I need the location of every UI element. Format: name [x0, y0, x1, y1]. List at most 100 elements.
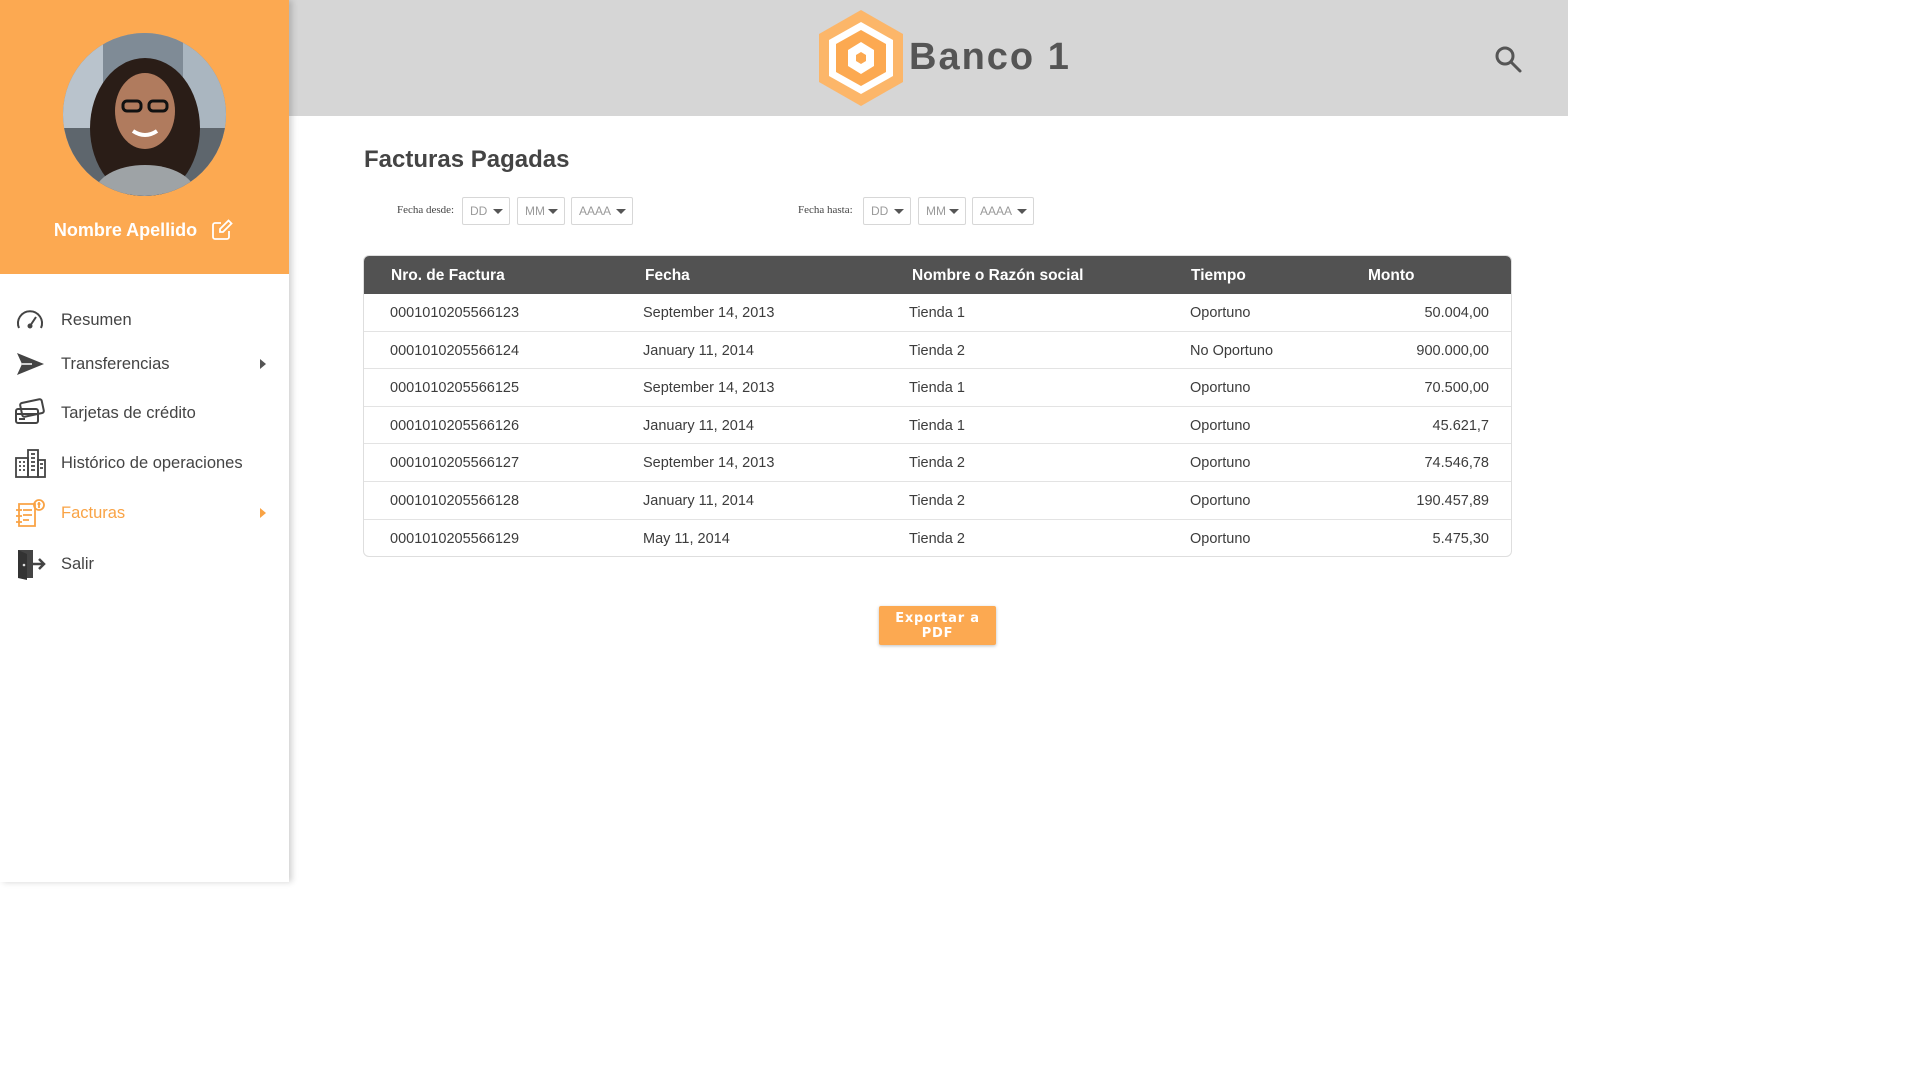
date-cell: January 11, 2014	[643, 493, 754, 509]
date-from-day-select[interactable]: DD	[462, 197, 510, 225]
business-name-cell: Tienda 2	[909, 342, 965, 359]
date-from-label: Fecha desde:	[397, 204, 455, 216]
date-cell: May 11, 2014	[643, 530, 730, 547]
business-name-cell: Tienda 2	[909, 493, 965, 509]
business-name-cell: Tienda 1	[909, 380, 965, 397]
sidebar-item-tarjetas[interactable]: Tarjetas de crédito	[0, 391, 289, 435]
invoices-table: Nro. de Factura Fecha Nombre o Razón soc…	[363, 255, 1512, 557]
time-cell: Oportuno	[1190, 305, 1251, 321]
table-row[interactable]: 0001010205566128 January 11, 2014 Tienda 2…	[364, 482, 1511, 520]
page-title: Facturas Pagadas	[364, 146, 570, 173]
sidebar-item-label: Histórico de operaciones	[61, 453, 243, 472]
column-header-invoice-number[interactable]: Nro. de Factura	[391, 267, 505, 285]
date-cell: September 14, 2013	[643, 380, 775, 397]
bank-logo-icon[interactable]	[814, 8, 909, 108]
sidebar-item-resumen[interactable]: Resumen	[0, 298, 289, 342]
buildings-icon	[12, 445, 48, 481]
export-pdf-button[interactable]: Exportar a PDF	[879, 606, 996, 645]
invoice-number-cell: 0001010205566126	[390, 417, 520, 434]
chevron-right-icon	[260, 359, 266, 369]
invoice-number-cell: 0001010205566125	[390, 380, 520, 397]
date-to-month-select[interactable]: MM	[918, 197, 966, 225]
invoice-icon	[12, 495, 48, 531]
time-cell: Oportuno	[1190, 493, 1251, 509]
time-cell: Oportuno	[1190, 380, 1251, 397]
date-cell: January 11, 2014	[643, 417, 754, 434]
amount-cell: 5.475,30	[1432, 530, 1489, 547]
business-name-cell: Tienda 1	[909, 417, 965, 434]
sidebar-item-label: Transferencias	[61, 354, 170, 373]
sidebar-item-transferencias[interactable]: Transferencias	[0, 342, 289, 386]
table-row[interactable]: 0001010205566123 September 14, 2013 Tienda…	[364, 294, 1511, 332]
date-to-label: Fecha hasta:	[798, 204, 853, 216]
caret-down-icon	[493, 209, 503, 214]
speedometer-icon	[12, 302, 48, 338]
table-row[interactable]: 0001010205566127 September 14, 2013 Tienda…	[364, 444, 1511, 482]
chevron-right-icon	[260, 508, 266, 518]
caret-down-icon	[616, 209, 626, 214]
sidebar-item-label: Resumen	[61, 310, 132, 329]
amount-cell: 900.000,00	[1416, 342, 1489, 359]
select-value: DD	[871, 204, 889, 218]
table-row[interactable]: 0001010205566125 September 14, 2013 Tienda…	[364, 369, 1511, 407]
date-to-day-select[interactable]: DD	[863, 197, 911, 225]
time-cell: Oportuno	[1190, 530, 1251, 547]
invoice-number-cell: 0001010205566124	[390, 342, 520, 359]
profile-name-row: Nombre Apellido	[0, 218, 289, 242]
column-header-amount[interactable]: Monto	[1368, 267, 1414, 285]
invoice-number-cell: 0001010205566123	[390, 305, 520, 321]
invoice-number-cell: 0001010205566128	[390, 493, 520, 509]
date-cell: September 14, 2013	[643, 305, 775, 321]
time-cell: Oportuno	[1190, 455, 1251, 472]
time-cell: No Oportuno	[1190, 342, 1274, 359]
date-from-month-select[interactable]: MM	[517, 197, 565, 225]
column-header-time[interactable]: Tiempo	[1191, 267, 1246, 285]
date-cell: January 11, 2014	[643, 342, 754, 359]
business-name-cell: Tienda 2	[909, 530, 965, 547]
date-to-year-select[interactable]: AAAA	[972, 197, 1034, 225]
caret-down-icon	[548, 209, 558, 214]
invoice-number-cell: 0001010205566127	[390, 455, 520, 472]
table-header: Nro. de Factura Fecha Nombre o Razón soc…	[364, 256, 1511, 294]
select-value: AAAA	[980, 204, 1013, 218]
profile-name: Nombre Apellido	[53, 219, 198, 240]
select-value: MM	[926, 204, 946, 218]
caret-down-icon	[1017, 209, 1027, 214]
table-row[interactable]: 0001010205566129 May 11, 2014 Tienda 2 Opor…	[364, 520, 1511, 556]
column-header-business-name[interactable]: Nombre o Razón social	[912, 267, 1083, 285]
date-cell: September 14, 2013	[643, 455, 775, 472]
invoice-number-cell: 0001010205566129	[390, 530, 520, 547]
amount-cell: 50.004,00	[1424, 305, 1489, 321]
avatar[interactable]	[63, 33, 226, 196]
amount-cell: 74.546,78	[1424, 455, 1489, 472]
table-row[interactable]: 0001010205566124 January 11, 2014 Tienda 2…	[364, 332, 1511, 370]
column-header-date[interactable]: Fecha	[645, 267, 690, 285]
business-name-cell: Tienda 1	[909, 305, 965, 321]
edit-icon[interactable]	[211, 218, 235, 242]
select-value: MM	[525, 204, 545, 218]
sidebar: Nombre Apellido Resumen Transferencias T…	[0, 0, 289, 882]
credit-cards-icon	[12, 395, 48, 431]
date-from-year-select[interactable]: AAAA	[571, 197, 633, 225]
caret-down-icon	[949, 209, 959, 214]
sidebar-item-label: Tarjetas de crédito	[61, 403, 196, 422]
send-icon	[12, 346, 48, 382]
sidebar-item-facturas[interactable]: Facturas	[0, 491, 289, 535]
amount-cell: 190.457,89	[1416, 493, 1489, 509]
table-row[interactable]: 0001010205566126 January 11, 2014 Tienda 1…	[364, 407, 1511, 445]
select-value: AAAA	[579, 204, 612, 218]
sidebar-item-salir[interactable]: Salir	[0, 542, 289, 586]
sidebar-item-label: Salir	[61, 554, 95, 573]
sidebar-item-historico[interactable]: Histórico de operaciones	[0, 441, 289, 485]
top-header: Banco 1	[289, 0, 1568, 116]
business-name-cell: Tienda 2	[909, 455, 965, 472]
profile-panel: Nombre Apellido	[0, 0, 289, 274]
avatar-photo	[63, 33, 226, 196]
brand-name: Banco 1	[909, 36, 1071, 78]
sidebar-item-label: Facturas	[61, 503, 126, 522]
time-cell: Oportuno	[1190, 417, 1251, 434]
amount-cell: 45.621,7	[1432, 417, 1489, 434]
caret-down-icon	[894, 209, 904, 214]
exit-door-icon	[12, 546, 48, 582]
search-icon[interactable]	[1493, 44, 1523, 74]
